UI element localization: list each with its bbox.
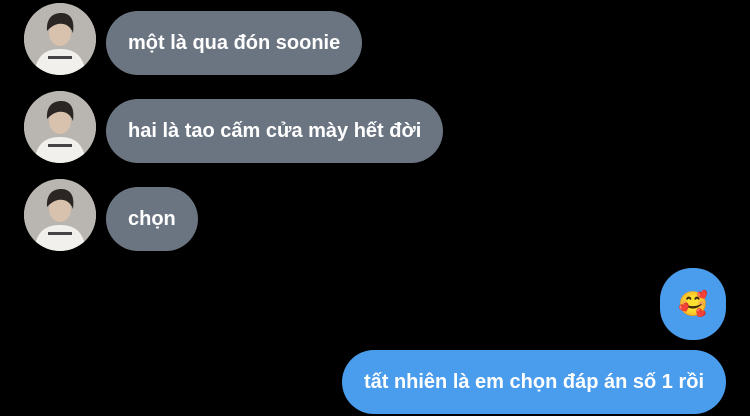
person-photo-icon [24,179,96,251]
message-text: một là qua đón soonie [128,31,341,54]
chat-thread: một là qua đón soonie hai là tao cấm cửa… [0,0,750,416]
smiling-face-with-hearts-icon: 🥰 [678,290,708,318]
message-bubble[interactable]: tất nhiên là em chọn đáp án số 1 rồi [341,350,726,414]
message-bubble[interactable]: hai là tao cấm cửa mày hết đời [106,99,444,163]
person-photo-icon [24,91,96,163]
message-bubble[interactable]: chọn [106,187,198,251]
message-text: chọn [128,207,176,230]
sender-avatar[interactable] [24,91,96,163]
message-bubble-emoji[interactable]: 🥰 [660,268,726,340]
message-text: hai là tao cấm cửa mày hết đời [128,119,422,142]
sender-avatar[interactable] [24,3,96,75]
person-photo-icon [24,3,96,75]
sender-avatar[interactable] [24,179,96,251]
message-bubble[interactable]: một là qua đón soonie [106,11,363,75]
message-text: tất nhiên là em chọn đáp án số 1 rồi [363,370,704,393]
